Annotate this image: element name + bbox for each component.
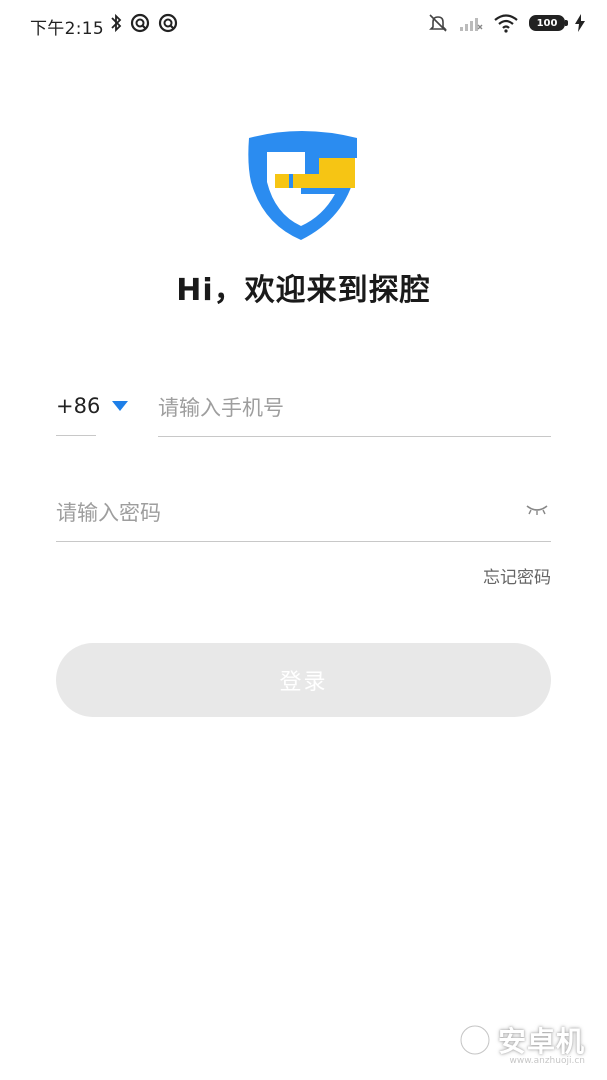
watermark-url: www.anzhuoji.cn [509, 1056, 586, 1066]
country-code-underline [56, 435, 96, 436]
watermark: 安卓机 www.anzhuoji.cn [458, 1020, 585, 1066]
phone-field [158, 388, 551, 437]
signal-icon [460, 18, 483, 31]
eye-closed-icon[interactable] [525, 503, 549, 517]
sync-icon [158, 13, 178, 33]
sync-icon [130, 13, 150, 33]
country-code-selector[interactable]: +86 [56, 388, 136, 436]
forgot-password-link[interactable]: 忘记密码 [483, 563, 551, 588]
charging-icon [575, 14, 585, 32]
dropdown-caret-icon [112, 401, 128, 411]
phone-input[interactable] [158, 388, 551, 428]
password-field [56, 493, 551, 542]
mute-icon [429, 14, 447, 32]
bluetooth-icon [111, 13, 122, 33]
watermark-text: 安卓机 [497, 1025, 585, 1058]
status-right-icons: 100 [427, 12, 585, 34]
status-left-icons [110, 13, 178, 33]
status-time: 下午2:15 [30, 19, 104, 39]
password-input[interactable] [56, 493, 506, 533]
battery-level: 100 [536, 18, 558, 29]
battery-icon: 100 [529, 15, 568, 31]
wifi-icon [494, 14, 518, 33]
welcome-title: Hi，欢迎来到探腔 [176, 273, 431, 308]
app-logo [248, 131, 357, 240]
status-bar: 下午2:15 100 [0, 0, 607, 50]
login-button[interactable]: 登录 [56, 643, 551, 717]
watermark-logo-icon [458, 1024, 491, 1056]
country-code: +86 [56, 394, 101, 418]
